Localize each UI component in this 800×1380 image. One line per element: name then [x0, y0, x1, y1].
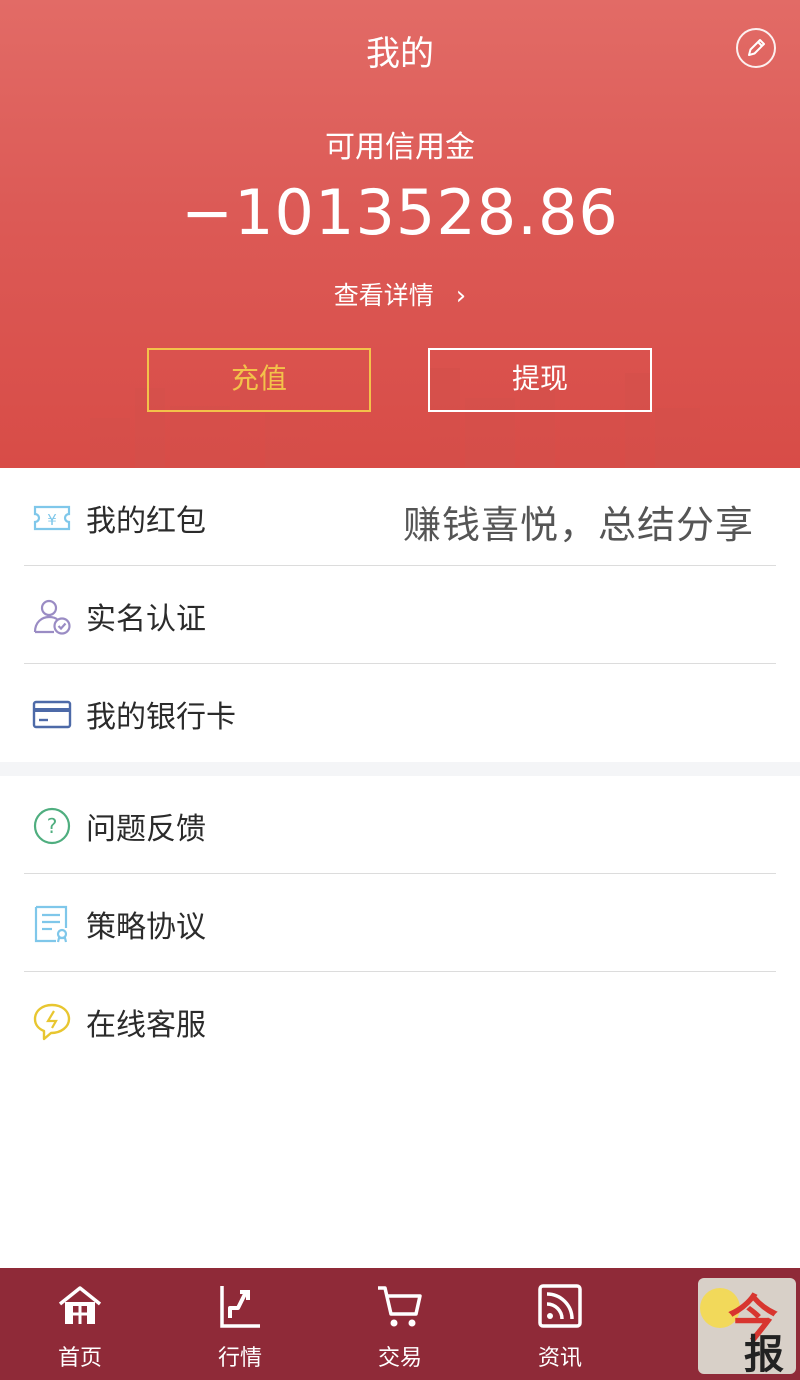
tab-home[interactable]: 首页	[0, 1268, 160, 1380]
tab-label: 资讯	[537, 1346, 582, 1371]
agreement-icon	[34, 905, 68, 943]
menu-item-agreement[interactable]: 策略协议	[0, 874, 800, 972]
question-icon: ?	[33, 807, 71, 845]
menu-item-real-name[interactable]: 实名认证	[0, 566, 800, 664]
page-title: 我的	[366, 34, 434, 74]
bank-card-icon	[32, 700, 72, 729]
menu-item-label: 问题反馈	[86, 812, 206, 847]
menu-item-label: 我的银行卡	[86, 700, 236, 735]
market-icon	[220, 1286, 260, 1328]
edit-button[interactable]	[736, 28, 776, 68]
section-gap	[0, 762, 800, 776]
slogan-text: 赚钱喜悦，总结分享	[402, 503, 754, 547]
tab-news[interactable]: 资讯	[480, 1268, 640, 1380]
logo-icon: 今 报	[700, 1288, 784, 1374]
view-details-link[interactable]: 查看详情 ›	[0, 276, 800, 312]
menu-item-label: 在线客服	[86, 1008, 206, 1043]
menu-item-label: 策略协议	[86, 910, 206, 945]
menu-item-customer-service[interactable]: 在线客服	[0, 972, 800, 1070]
menu-item-label: 我的红包	[86, 504, 206, 539]
account-menu: ¥ 我的红包 赚钱喜悦，总结分享 实名认证 我的银行卡	[0, 468, 800, 762]
profile-header: 我的 可用信用金 −1013528.86 查看详情 › 充值 提现	[0, 0, 800, 468]
tab-trade[interactable]: 交易	[320, 1268, 480, 1380]
menu-item-red-packet[interactable]: ¥ 我的红包 赚钱喜悦，总结分享	[0, 468, 800, 566]
cart-icon	[378, 1286, 422, 1327]
red-packet-icon: ¥	[33, 505, 71, 531]
svg-text:报: 报	[744, 1331, 784, 1374]
withdraw-button[interactable]: 提现	[428, 348, 652, 412]
city-skyline-decoration	[90, 368, 700, 468]
user-verify-icon	[33, 599, 71, 635]
menu-item-feedback[interactable]: ? 问题反馈	[0, 776, 800, 874]
svg-text:?: ?	[47, 814, 58, 838]
tab-label: 交易	[377, 1346, 422, 1371]
chat-icon	[33, 1003, 71, 1041]
news-logo-watermark: 今 报	[698, 1278, 796, 1374]
support-menu: ? 问题反馈 策略协议 在线客服	[0, 776, 800, 1070]
home-icon	[58, 1286, 102, 1324]
recharge-button[interactable]: 充值	[147, 348, 371, 412]
tab-label: 首页	[57, 1346, 102, 1371]
chevron-right-icon: ›	[455, 281, 467, 311]
pencil-icon	[748, 39, 765, 56]
view-details-label: 查看详情	[333, 281, 434, 310]
credit-value: −1013528.86	[181, 176, 619, 249]
credit-label: 可用信用金	[325, 130, 475, 165]
menu-item-bank-card[interactable]: 我的银行卡	[0, 664, 800, 762]
menu-item-label: 实名认证	[86, 602, 206, 637]
bottom-tab-bar: 首页 行情 交易 资讯 我的	[0, 1268, 800, 1380]
tab-market[interactable]: 行情	[160, 1268, 320, 1380]
svg-text:¥: ¥	[47, 511, 57, 529]
news-icon	[538, 1284, 582, 1328]
tab-label: 行情	[217, 1346, 262, 1371]
